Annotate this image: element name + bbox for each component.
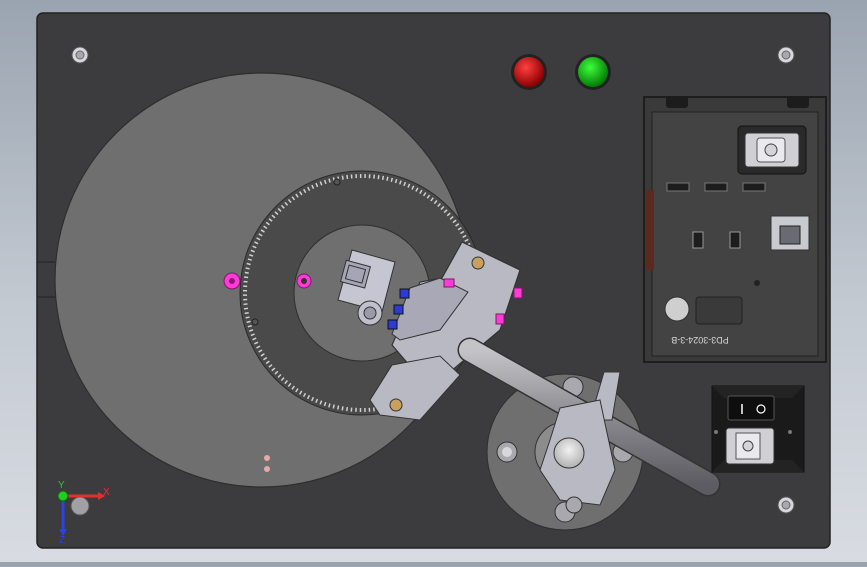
- dip-switch-2[interactable]: [729, 231, 741, 249]
- dip-switch-1[interactable]: [692, 231, 704, 249]
- cad-viewport[interactable]: PD3-3024-3-B X Y Z: [0, 0, 867, 562]
- rj45-port[interactable]: [770, 215, 810, 251]
- corner-screw-tr: [777, 46, 795, 64]
- axis-z-label: Z: [59, 535, 65, 546]
- axis-y-label: Y: [58, 480, 65, 491]
- corner-screw-tl: [71, 46, 89, 64]
- axis-x-label: X: [103, 487, 110, 498]
- usb-connector[interactable]: [737, 125, 807, 175]
- magenta-screw-left: [223, 272, 241, 290]
- red-indicator-light[interactable]: [511, 54, 547, 90]
- reset-button[interactable]: [664, 296, 690, 322]
- display-window: [695, 296, 743, 325]
- corner-screw-br: [777, 496, 795, 514]
- magenta-screw-center: [296, 273, 312, 289]
- power-module[interactable]: [711, 385, 805, 473]
- green-indicator-light[interactable]: [575, 54, 611, 90]
- part-label: PD3-3024-3-B: [671, 335, 729, 345]
- power-switch[interactable]: [727, 395, 775, 421]
- model-canvas[interactable]: PD3-3024-3-B X Y Z: [0, 0, 867, 562]
- electronics-enclosure[interactable]: PD3-3024-3-B: [643, 96, 827, 363]
